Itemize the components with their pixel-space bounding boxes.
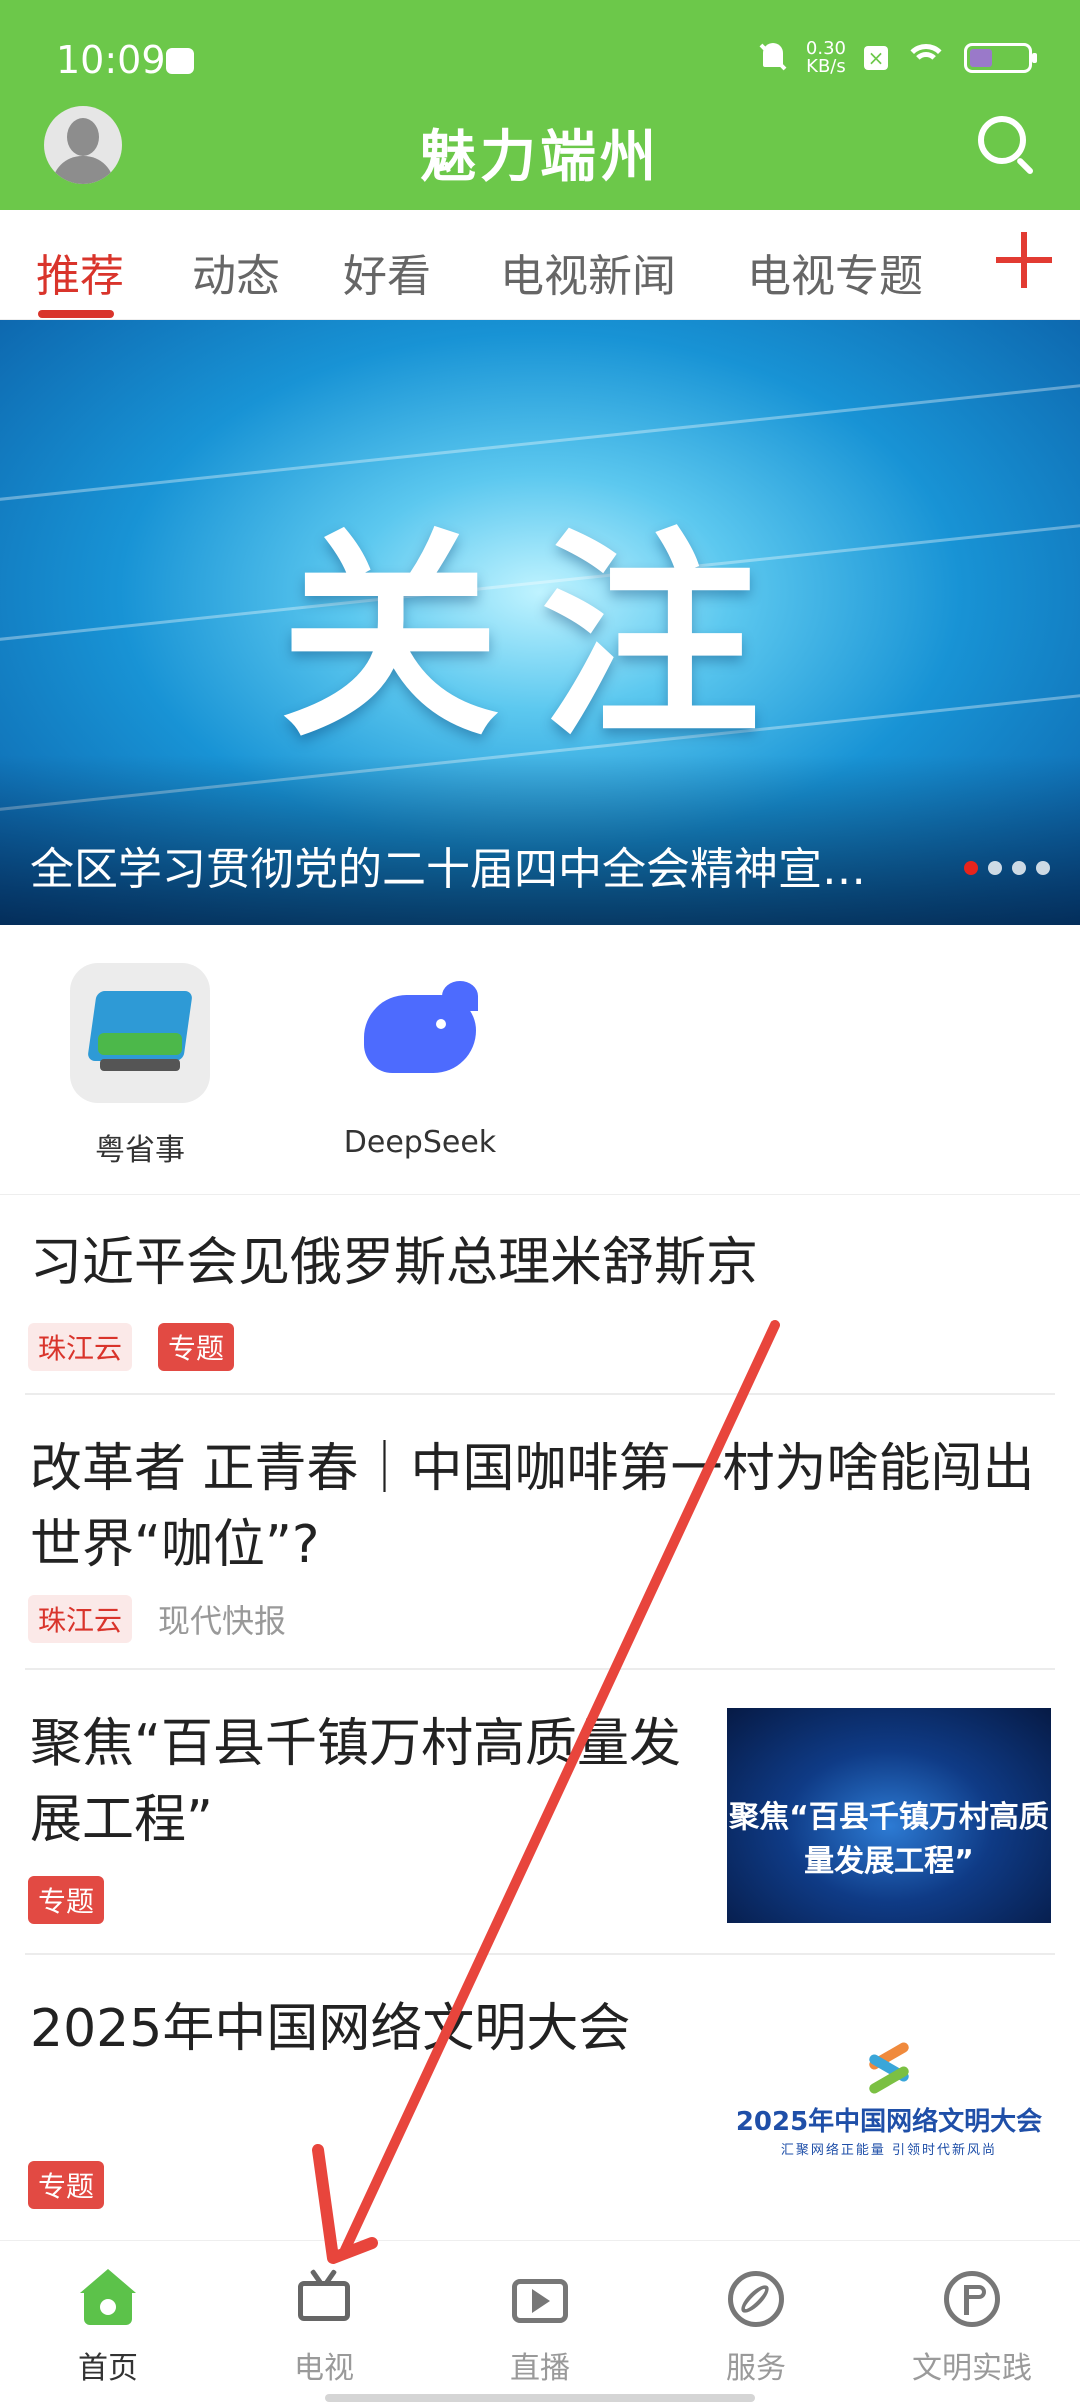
- carousel-dot: [1036, 861, 1050, 875]
- live-video-icon: [510, 2269, 570, 2329]
- thumbnail-title: 2025年中国网络文明大会: [735, 2107, 1043, 2137]
- news-title[interactable]: 聚焦“百县千镇万村高质量发 展工程”: [30, 1706, 681, 1858]
- news-title[interactable]: 习近平会见俄罗斯总理米舒斯京: [30, 1225, 758, 1301]
- tab-tv-news[interactable]: 电视新闻: [500, 240, 676, 304]
- search-button[interactable]: [974, 112, 1038, 176]
- banner-caption[interactable]: 全区学习贯彻党的二十届四中全会精神宣…: [30, 833, 930, 897]
- message-notification-icon: [166, 48, 194, 74]
- tab-tv-special[interactable]: 电视专题: [747, 240, 923, 304]
- carousel-dot: [1012, 861, 1026, 875]
- compass-icon: [726, 2269, 786, 2329]
- status-time: 10:09: [56, 38, 166, 82]
- nav-civilization-practice[interactable]: 文明实践: [882, 2269, 1062, 2387]
- network-speed: 0.30 KB/s: [806, 40, 846, 76]
- news-item[interactable]: 习近平会见俄罗斯总理米舒斯京 珠江云 专题: [0, 1195, 1080, 1395]
- news-thumbnail[interactable]: 聚焦“百县千镇万村高质量发展工程”: [727, 1708, 1051, 1923]
- tv-icon: [294, 2269, 354, 2329]
- nav-label: 直播: [510, 2351, 570, 2386]
- news-tags: 专题: [28, 1876, 105, 1924]
- top-header-area: 10:09 0.30 KB/s × 魅力端州: [0, 0, 1080, 210]
- topic-tag: 专题: [28, 2161, 105, 2209]
- bottom-navigation: 首页 电视 直播 服务 文明实践: [0, 2240, 1080, 2408]
- news-item[interactable]: 改革者 正青春｜中国咖啡第一村为啥能闯出 世界“咖位”? 珠江云 现代快报: [0, 1395, 1080, 1670]
- topic-tag: 专题: [158, 1323, 235, 1371]
- flag-icon: [942, 2269, 1002, 2329]
- channel-tabs: 推荐 动态 好看 电视新闻 电视专题: [0, 210, 1080, 320]
- source-tag: 珠江云: [28, 1595, 133, 1643]
- news-title-line: 展工程”: [30, 1790, 213, 1850]
- news-title[interactable]: 2025年中国网络文明大会: [30, 1991, 630, 2067]
- home-indicator[interactable]: [325, 2394, 755, 2402]
- app-label: 粤省事: [95, 1133, 185, 1168]
- news-title-line: 改革者 正青春｜中国咖啡第一村为啥能闯出: [30, 1439, 1035, 1499]
- news-title[interactable]: 改革者 正青春｜中国咖啡第一村为啥能闯出 世界“咖位”?: [30, 1431, 1035, 1583]
- carousel-indicator: [964, 861, 1050, 875]
- thumbnail-subtitle: 汇聚网络正能量 引领时代新风尚: [780, 2143, 998, 2158]
- battery-icon: [964, 43, 1037, 73]
- yueshengshi-app-icon: [70, 963, 210, 1103]
- source-text: 现代快报: [158, 1602, 287, 1640]
- news-title-line: 聚焦“百县千镇万村高质量发: [30, 1714, 681, 1774]
- app-deepseek[interactable]: DeepSeek: [320, 963, 520, 1160]
- topic-tag: 专题: [28, 1876, 105, 1924]
- nav-label: 服务: [726, 2351, 786, 2386]
- conference-emblem-icon: [867, 2040, 911, 2096]
- news-thumbnail[interactable]: 2025年中国网络文明大会 汇聚网络正能量 引领时代新风尚: [727, 2035, 1051, 2210]
- quick-apps: 粤省事 DeepSeek: [0, 925, 1080, 1195]
- nav-label: 文明实践: [912, 2351, 1032, 2386]
- nav-live[interactable]: 直播: [450, 2269, 630, 2387]
- deepseek-whale-icon: [350, 963, 490, 1103]
- nav-service[interactable]: 服务: [666, 2269, 846, 2387]
- news-title-line: 世界“咖位”?: [30, 1515, 320, 1575]
- thumbnail-text: 聚焦“百县千镇万村高质量发展工程”: [729, 1800, 1049, 1879]
- banner-image-text: 关注: [279, 510, 800, 766]
- wifi-icon: [906, 42, 946, 74]
- home-icon: [78, 2269, 138, 2329]
- active-tab-indicator: [38, 310, 114, 318]
- nav-tv[interactable]: 电视: [234, 2269, 414, 2387]
- app-title: 魅力端州: [420, 125, 660, 190]
- tab-good-looking[interactable]: 好看: [343, 240, 431, 304]
- nav-label: 首页: [78, 2351, 138, 2386]
- app-yueshengshi[interactable]: 粤省事: [40, 963, 240, 1169]
- banner-carousel[interactable]: 关注 全区学习贯彻党的二十届四中全会精神宣…: [0, 320, 1080, 925]
- plus-icon[interactable]: [996, 232, 1052, 288]
- status-bar: 10:09 0.30 KB/s ×: [0, 0, 1080, 120]
- network-speed-unit: KB/s: [806, 56, 846, 77]
- tab-dynamics[interactable]: 动态: [192, 240, 280, 304]
- carousel-dot: [988, 861, 1002, 875]
- source-tag: 珠江云: [28, 1323, 133, 1371]
- app-label: DeepSeek: [343, 1125, 497, 1160]
- mute-bell-icon: [758, 41, 788, 75]
- nav-home[interactable]: 首页: [18, 2269, 198, 2387]
- nav-label: 电视: [294, 2351, 354, 2386]
- news-tags: 专题: [28, 2161, 105, 2209]
- no-sim-icon: ×: [864, 46, 888, 70]
- tab-recommend[interactable]: 推荐: [36, 240, 124, 304]
- news-tags: 珠江云 现代快报: [28, 1595, 286, 1643]
- carousel-dot: [964, 861, 978, 875]
- news-tags: 珠江云 专题: [28, 1323, 235, 1371]
- status-right-icons: 0.30 KB/s ×: [758, 40, 1037, 76]
